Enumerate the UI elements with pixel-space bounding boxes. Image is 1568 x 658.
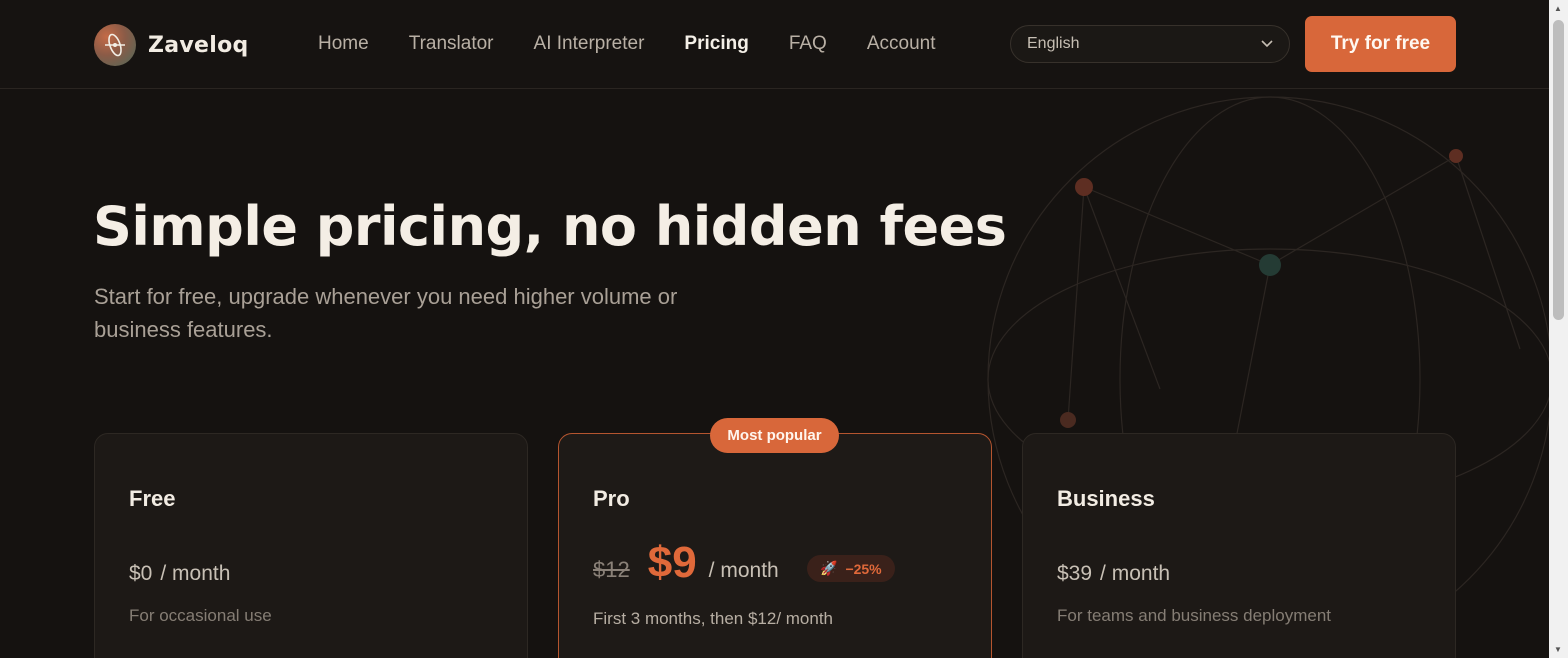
scrollbar-thumb[interactable] bbox=[1553, 20, 1564, 320]
nav-translator[interactable]: Translator bbox=[409, 33, 494, 55]
plan-price: $39 bbox=[1057, 562, 1093, 585]
plan-name: Pro bbox=[593, 486, 630, 511]
main-nav: Home Translator AI Interpreter Pricing F… bbox=[318, 33, 935, 55]
orbit-logo-icon bbox=[94, 24, 136, 66]
page-title: Simple pricing, no hidden fees bbox=[93, 195, 1007, 258]
page-subtitle: Start for free, upgrade whenever you nee… bbox=[94, 284, 678, 342]
site-header: Zaveloq Home Translator AI Interpreter P… bbox=[0, 0, 1549, 89]
plan-price: $9 bbox=[647, 538, 697, 587]
language-selected-value: English bbox=[1027, 35, 1080, 52]
plan-period: / month bbox=[1100, 562, 1171, 585]
plan-note: First 3 months, then $12/ month bbox=[593, 609, 834, 628]
plan-price-row: $39 / month bbox=[1057, 562, 1170, 586]
rocket-icon: 🚀 bbox=[820, 560, 838, 576]
nav-home[interactable]: Home bbox=[318, 33, 369, 55]
nav-ai-interpreter[interactable]: AI Interpreter bbox=[534, 33, 645, 55]
plan-card-free: Free $0 / month For occasional use bbox=[94, 433, 528, 658]
language-select[interactable]: English bbox=[1010, 25, 1290, 63]
brand-name: Zaveloq bbox=[148, 32, 249, 58]
most-popular-badge: Most popular bbox=[710, 418, 839, 453]
plan-price-row: $0 / month bbox=[129, 562, 230, 586]
plan-description: For teams and business deployment bbox=[1057, 606, 1332, 625]
plan-name: Free bbox=[129, 486, 176, 511]
discount-badge: 🚀 −25% bbox=[807, 555, 895, 582]
plan-period: / month bbox=[160, 562, 231, 585]
plan-card-business: Business $39 / month For teams and busin… bbox=[1022, 433, 1456, 658]
nav-account[interactable]: Account bbox=[867, 33, 936, 55]
discount-value: −25% bbox=[845, 560, 882, 577]
plan-description: For occasional use bbox=[129, 606, 272, 625]
brand-logo[interactable]: Zaveloq bbox=[94, 24, 249, 66]
plan-old-price: $12 bbox=[593, 557, 630, 582]
nav-faq[interactable]: FAQ bbox=[789, 33, 827, 55]
scroll-up-arrow-icon[interactable]: ▲ bbox=[1554, 4, 1562, 13]
plan-price: $0 bbox=[129, 562, 153, 585]
page-scrollbar[interactable]: ▲ ▼ bbox=[1549, 0, 1568, 658]
plan-card-pro: Pro $12 $9 / month 🚀 −25% First 3 months… bbox=[558, 433, 992, 658]
plan-name: Business bbox=[1057, 486, 1155, 511]
try-for-free-button[interactable]: Try for free bbox=[1305, 16, 1456, 72]
chevron-down-icon bbox=[1261, 40, 1273, 48]
scroll-down-arrow-icon[interactable]: ▼ bbox=[1554, 645, 1562, 654]
plan-price-row: $12 $9 / month bbox=[593, 538, 779, 588]
nav-pricing[interactable]: Pricing bbox=[684, 33, 748, 55]
plan-period: / month bbox=[708, 559, 779, 582]
